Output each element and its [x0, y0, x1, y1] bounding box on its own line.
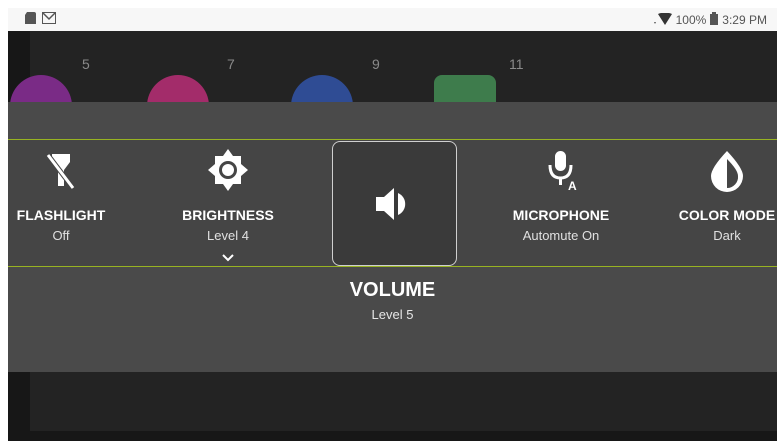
tile-volume-selected[interactable]: [332, 141, 457, 266]
tile-flashlight[interactable]: FLASHLIGHT Off: [8, 140, 114, 266]
flashlight-off-icon: [39, 148, 83, 192]
tile-brightness[interactable]: BRIGHTNESS Level 4: [171, 140, 285, 266]
battery-icon: [710, 12, 719, 28]
battery-percent: 100%: [675, 13, 707, 27]
page-number: 7: [227, 56, 235, 72]
page-number: 9: [372, 56, 380, 72]
tile-value: Off: [52, 228, 70, 243]
status-left: [25, 12, 56, 27]
wifi-icon: [652, 12, 672, 28]
tile-microphone[interactable]: A MICROPHONE Automute On: [501, 140, 621, 266]
svg-text:A: A: [568, 179, 577, 192]
tile-label: FLASHLIGHT: [16, 207, 106, 223]
quick-settings-panel: FLASHLIGHT Off BRIGHTNESS Level 4 A MICR…: [8, 102, 777, 372]
tile-value: Automute On: [522, 228, 600, 243]
status-right: 100% 3:29 PM: [652, 12, 767, 28]
tile-label: MICROPHONE: [512, 207, 610, 223]
tile-label: COLOR MODE: [678, 207, 776, 223]
sd-card-icon: [25, 12, 36, 27]
page-number: 5: [82, 56, 90, 72]
chevron-down-icon[interactable]: [221, 250, 235, 262]
selected-tile-title: VOLUME: [349, 279, 436, 301]
tile-color-mode[interactable]: COLOR MODE Dark: [674, 140, 777, 266]
color-mode-icon: [705, 148, 749, 192]
microphone-auto-icon: A: [539, 148, 583, 193]
tile-value: Level 4: [207, 228, 249, 243]
selected-tile-value: Level 5: [371, 307, 414, 322]
status-bar: 100% 3:29 PM: [8, 8, 777, 31]
gmail-icon: [42, 12, 56, 27]
home-screen: 5 7 9 11 FLASHLIGHT Off BRIGHTNESS Level…: [8, 31, 777, 441]
page-number: 11: [509, 56, 524, 72]
tile-label: BRIGHTNESS: [182, 207, 274, 223]
tile-value: Dark: [713, 228, 741, 243]
tablet-screen: 100% 3:29 PM 5 7 9 11 FLASHLIGHT Off BRI…: [0, 0, 777, 441]
page-numbers: 5 7 9 11: [8, 56, 777, 76]
clock: 3:29 PM: [722, 13, 767, 27]
volume-icon: [370, 179, 420, 229]
quick-settings-carousel: FLASHLIGHT Off BRIGHTNESS Level 4 A MICR…: [8, 139, 777, 267]
brightness-icon: [206, 148, 250, 192]
